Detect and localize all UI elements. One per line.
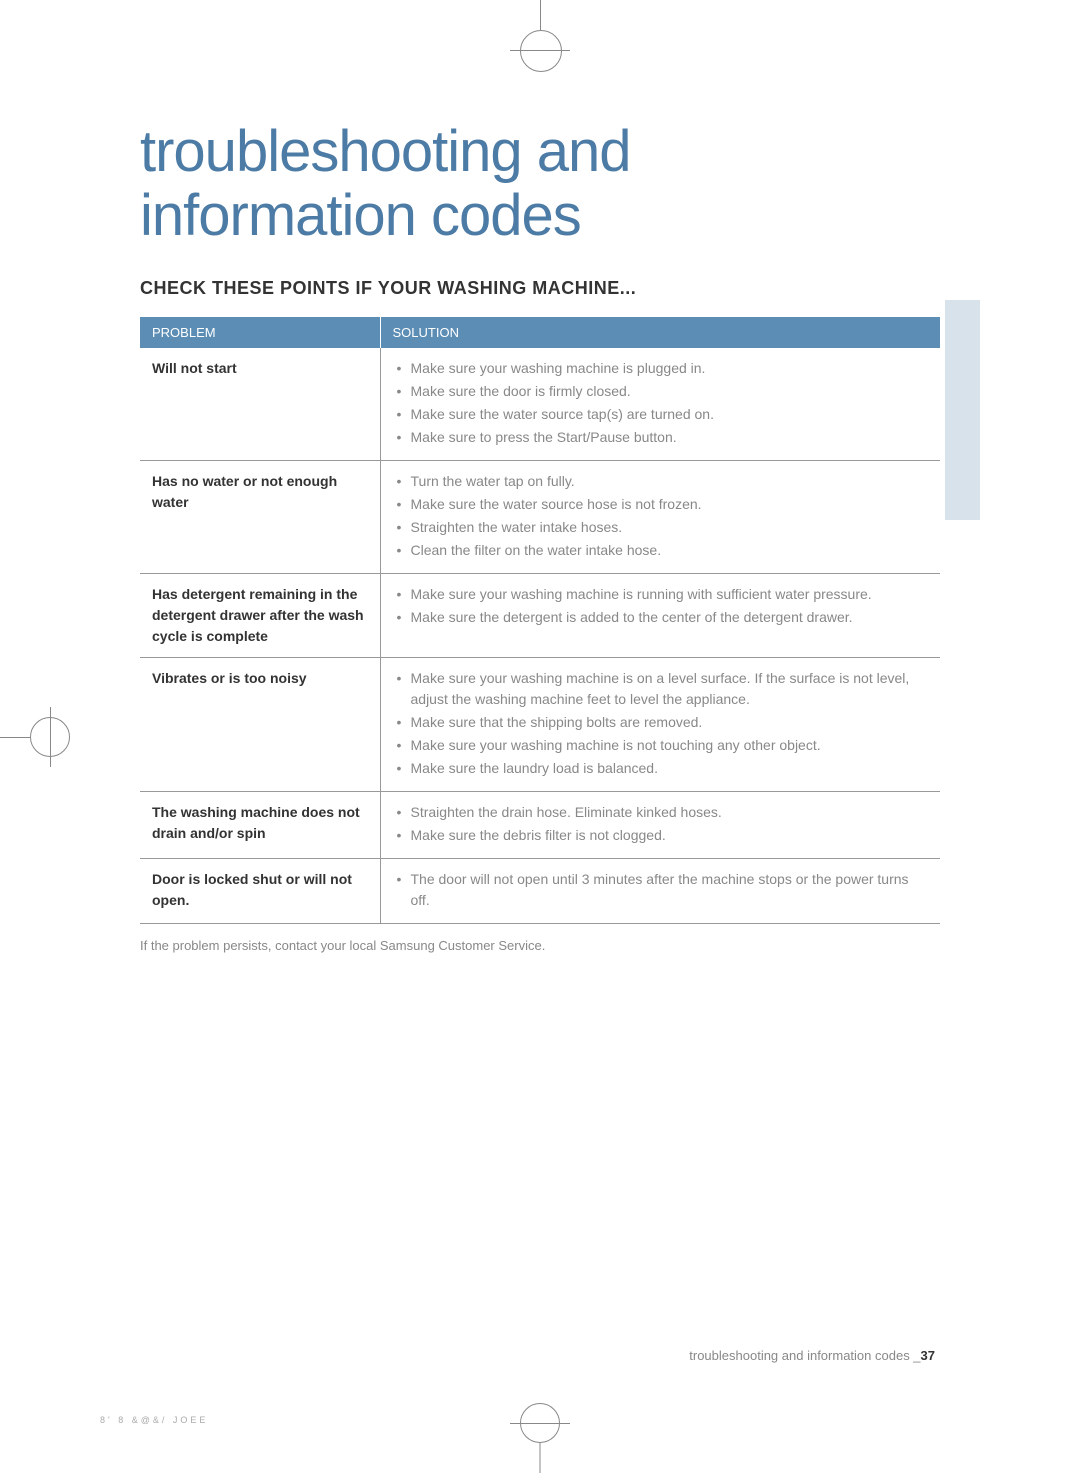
solution-cell: Make sure your washing machine is on a l… (380, 657, 940, 791)
solution-cell: Turn the water tap on fully. Make sure t… (380, 460, 940, 573)
crop-cross-top (510, 30, 570, 70)
title-line-2: information codes (140, 183, 581, 248)
page-content: troubleshooting and information codes CH… (140, 120, 940, 953)
solution-item: Make sure the debris filter is not clogg… (393, 825, 929, 846)
solution-item: Make sure that the shipping bolts are re… (393, 712, 929, 733)
solution-cell: Make sure your washing machine is runnin… (380, 573, 940, 657)
section-heading: CHECK THESE POINTS IF YOUR WASHING MACHI… (140, 278, 940, 299)
table-row: Vibrates or is too noisy Make sure your … (140, 657, 940, 791)
solution-cell: Make sure your washing machine is plugge… (380, 348, 940, 461)
table-row: Has no water or not enough water Turn th… (140, 460, 940, 573)
table-header-row: PROBLEM SOLUTION (140, 317, 940, 348)
solution-item: Turn the water tap on fully. (393, 471, 929, 492)
solution-item: Make sure your washing machine is not to… (393, 735, 929, 756)
page-title: troubleshooting and information codes (140, 120, 940, 248)
solution-item: Make sure your washing machine is on a l… (393, 668, 929, 710)
title-line-1: troubleshooting and (140, 119, 631, 184)
page-number: 37 (921, 1348, 935, 1363)
footer-note: If the problem persists, contact your lo… (140, 938, 940, 953)
header-problem: PROBLEM (140, 317, 380, 348)
solution-item: Make sure the water source tap(s) are tu… (393, 404, 929, 425)
solution-item: Make sure the detergent is added to the … (393, 607, 929, 628)
problem-cell: Vibrates or is too noisy (140, 657, 380, 791)
solution-cell: Straighten the drain hose. Eliminate kin… (380, 791, 940, 858)
solution-item: Make sure your washing machine is plugge… (393, 358, 929, 379)
troubleshooting-table: PROBLEM SOLUTION Will not start Make sur… (140, 317, 940, 924)
problem-cell: The washing machine does not drain and/o… (140, 791, 380, 858)
solution-item: The door will not open until 3 minutes a… (393, 869, 929, 911)
table-row: The washing machine does not drain and/o… (140, 791, 940, 858)
problem-cell: Has detergent remaining in the detergent… (140, 573, 380, 657)
solution-item: Make sure the water source hose is not f… (393, 494, 929, 515)
table-row: Will not start Make sure your washing ma… (140, 348, 940, 461)
solution-item: Make sure the laundry load is balanced. (393, 758, 929, 779)
solution-item: Straighten the drain hose. Eliminate kin… (393, 802, 929, 823)
problem-cell: Door is locked shut or will not open. (140, 858, 380, 923)
file-info: 8' 8 &@&/ JOEE (100, 1415, 208, 1425)
table-row: Door is locked shut or will not open. Th… (140, 858, 940, 923)
problem-cell: Will not start (140, 348, 380, 461)
crop-cross-bottom (510, 1403, 570, 1443)
side-tab (945, 300, 980, 520)
solution-cell: The door will not open until 3 minutes a… (380, 858, 940, 923)
crop-cross-left-v (50, 707, 51, 767)
solution-item: Make sure to press the Start/Pause butto… (393, 427, 929, 448)
header-solution: SOLUTION (380, 317, 940, 348)
solution-item: Straighten the water intake hoses. (393, 517, 929, 538)
solution-item: Make sure your washing machine is runnin… (393, 584, 929, 605)
problem-cell: Has no water or not enough water (140, 460, 380, 573)
page-footer: troubleshooting and information codes _3… (689, 1348, 935, 1363)
solution-item: Clean the filter on the water intake hos… (393, 540, 929, 561)
table-row: Has detergent remaining in the detergent… (140, 573, 940, 657)
solution-item: Make sure the door is firmly closed. (393, 381, 929, 402)
footer-text: troubleshooting and information codes _ (689, 1348, 920, 1363)
